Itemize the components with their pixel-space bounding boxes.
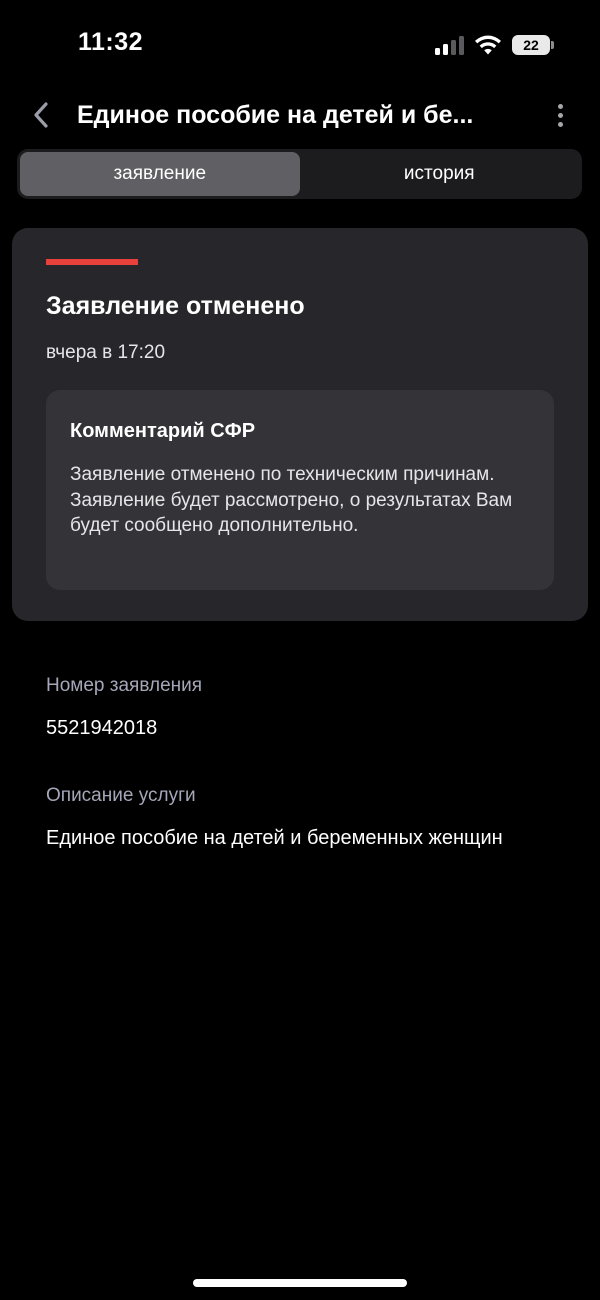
cellular-signal-icon	[435, 35, 464, 55]
comment-box: Комментарий СФР Заявление отменено по те…	[46, 390, 554, 590]
more-vertical-icon	[557, 103, 563, 109]
battery-icon: 22	[512, 35, 554, 55]
wifi-icon	[475, 35, 501, 54]
application-number-value: 5521942018	[46, 717, 158, 739]
home-indicator[interactable]	[193, 1279, 407, 1287]
status-timestamp: вчера в 17:20	[46, 342, 166, 363]
comment-text: Заявление отменено по техническим причин…	[70, 464, 513, 536]
screen: 11:32 22 Единое пособие на детей и бе...…	[0, 0, 600, 1300]
application-number-label: Номер заявления	[46, 675, 203, 696]
segmented-tabs: заявление история	[17, 149, 582, 199]
comment-title: Комментарий СФР	[70, 420, 256, 442]
status-title: Заявление отменено	[46, 292, 305, 320]
status-time: 11:32	[78, 28, 144, 56]
tab-application[interactable]: заявление	[20, 152, 300, 196]
application-status-card: Заявление отменено вчера в 17:20 Коммент…	[12, 228, 588, 621]
back-button[interactable]	[28, 100, 54, 130]
status-accent-bar	[46, 259, 138, 265]
more-options-button[interactable]	[550, 100, 570, 130]
battery-level: 22	[523, 37, 539, 53]
status-icons: 22	[435, 33, 554, 57]
status-bar: 11:32 22	[0, 0, 600, 90]
navigation-header: Единое пособие на детей и бе...	[0, 92, 600, 140]
service-description-label: Описание услуги	[46, 785, 196, 806]
chevron-left-icon	[34, 102, 48, 128]
service-description-value: Единое пособие на детей и беременных жен…	[46, 827, 503, 849]
page-title: Единое пособие на детей и бе...	[77, 101, 474, 129]
tab-history[interactable]: история	[300, 152, 580, 196]
